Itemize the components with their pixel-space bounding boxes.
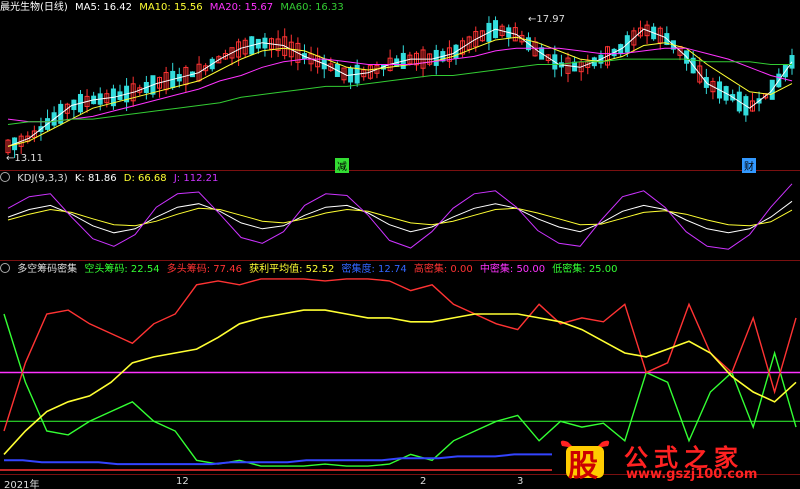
chip-panel-header: 多空筹码密集 空头筹码: 22.54 多头筹码: 77.46 获利平均值: 52… <box>0 263 621 277</box>
x-label-2: 2 <box>420 476 427 487</box>
kdj-title: KDJ(9,3,3) <box>17 173 68 184</box>
x-label-3: 3 <box>517 476 524 487</box>
ma10-label: MA10: 15.56 <box>139 2 203 13</box>
kdj-line-k <box>7 200 793 234</box>
chart-canvas <box>0 16 800 471</box>
price-panel-header: 晨光生物(日线) MA5: 16.42 MA10: 15.56 MA20: 15… <box>0 1 348 15</box>
kdj-line-j <box>7 183 793 250</box>
kdj-k-label: K: 81.86 <box>74 173 117 184</box>
long-chip-label: 多头筹码: 77.46 <box>166 264 242 275</box>
kdj-d-label: D: 66.68 <box>123 173 167 184</box>
watermark-logo-icon: 股 <box>558 438 612 484</box>
low-density-label: 低密集: 25.00 <box>552 264 618 275</box>
settings-circle-icon[interactable] <box>0 263 10 273</box>
mid-density-label: 中密集: 50.00 <box>479 264 546 275</box>
ma20-label: MA20: 15.67 <box>209 2 274 13</box>
stock-title: 晨光生物(日线) <box>0 2 68 13</box>
short-chip-label: 空头筹码: 22.54 <box>84 264 160 275</box>
ma5-label: MA5: 16.42 <box>75 2 133 13</box>
watermark: 股 公式之家 www.gszj100.com <box>558 438 790 484</box>
avg-profit-label: 获利平均值: 52.52 <box>249 264 335 275</box>
avg-profit-line <box>3 309 797 455</box>
high-price-marker: ←17.97 <box>528 14 566 25</box>
chip-title: 多空筹码密集 <box>17 264 78 275</box>
kdj-panel-header: KDJ(9,3,3) K: 81.86 D: 66.68 J: 112.21 <box>0 172 222 186</box>
low-price-marker: ←13.11 <box>6 153 44 164</box>
density-label: 密集度: 12.74 <box>341 264 407 275</box>
panel-separator <box>0 170 800 171</box>
density-line <box>4 453 552 466</box>
event-financial-tag[interactable]: 财 <box>742 158 756 173</box>
ma60-label: MA60: 16.33 <box>280 2 344 13</box>
chart-window: 晨光生物(日线) MA5: 16.42 MA10: 15.56 MA20: 15… <box>0 0 800 489</box>
high-density-label: 高密集: 0.00 <box>413 264 473 275</box>
x-label-12: 12 <box>176 476 189 487</box>
event-reduce-tag[interactable]: 减 <box>335 158 349 173</box>
kdj-j-label: J: 112.21 <box>173 173 219 184</box>
kdj-line-d <box>7 207 793 227</box>
watermark-url: www.gszj100.com <box>626 467 758 482</box>
panel-separator <box>0 260 800 261</box>
settings-circle-icon[interactable] <box>0 172 10 182</box>
x-label-2021: 2021年 <box>4 480 40 489</box>
